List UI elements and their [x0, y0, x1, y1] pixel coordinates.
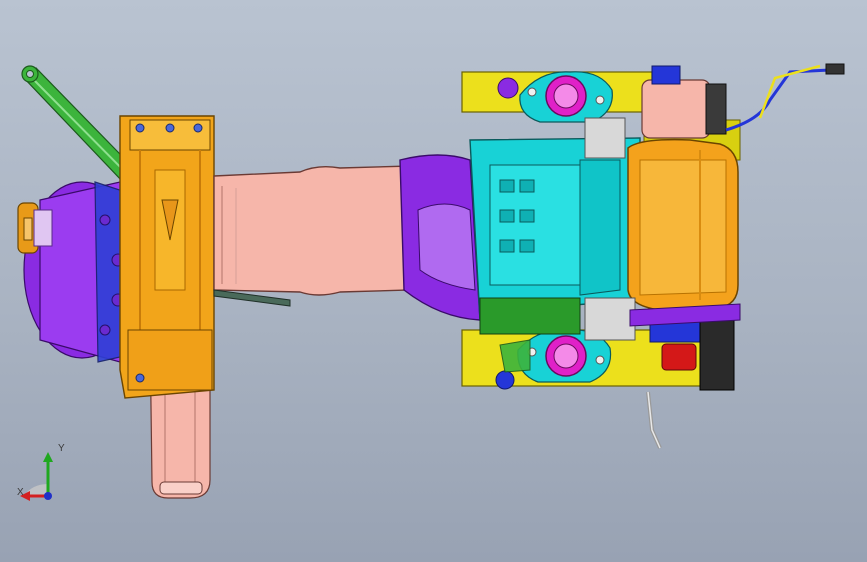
pink-main-tube[interactable] — [213, 165, 411, 307]
x-axis-label: X — [17, 487, 24, 498]
left-pulley[interactable] — [17, 202, 53, 254]
cyan-cover[interactable] — [469, 137, 641, 321]
y-axis-label: Y — [58, 443, 65, 454]
blue-cable — [725, 63, 845, 132]
orange-fuel-tank[interactable] — [627, 138, 739, 311]
purple-transition-casing[interactable] — [399, 154, 481, 321]
y-axis-arrow — [43, 452, 53, 462]
cad-assembly-model[interactable] — [0, 0, 867, 562]
z-axis-dot — [44, 492, 52, 500]
grey-pipe — [646, 391, 662, 449]
cad-viewport[interactable]: Y X — [0, 0, 867, 562]
green-block — [479, 297, 581, 335]
pink-cylinder[interactable] — [641, 65, 727, 139]
orange-housing[interactable] — [119, 115, 215, 399]
